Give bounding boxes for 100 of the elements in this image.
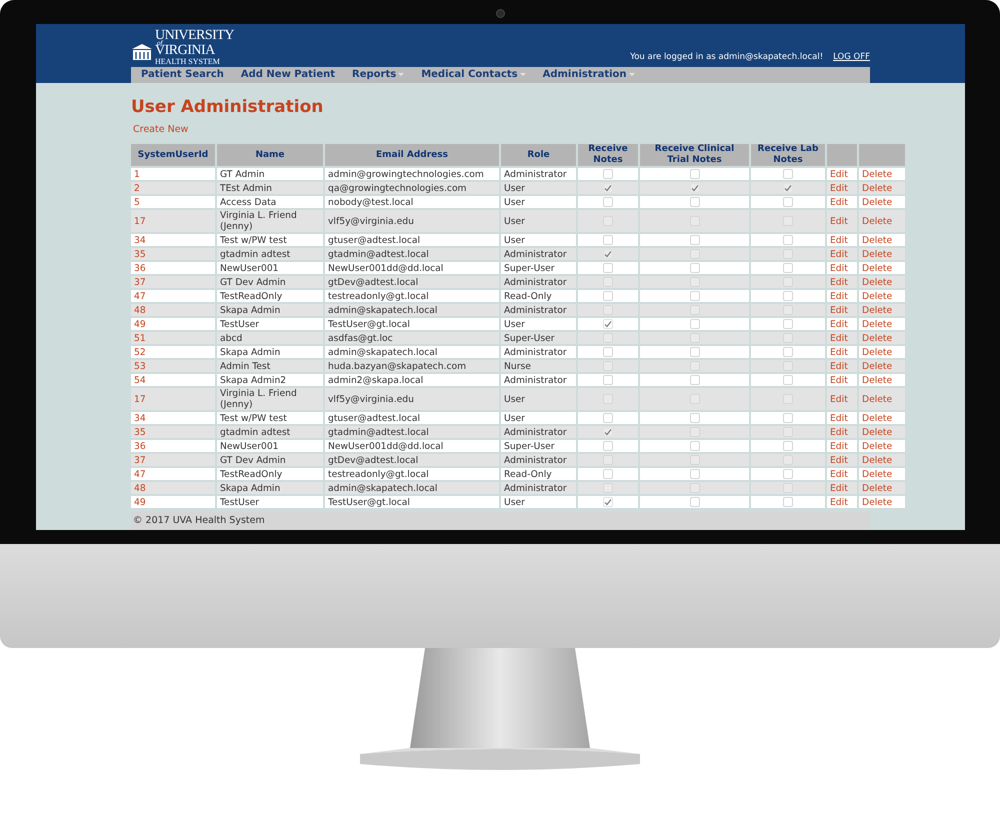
checkbox[interactable] [603,440,613,451]
checkbox[interactable] [603,346,613,357]
checkbox[interactable] [783,468,793,479]
table-cell: Skapa Admin2 [217,374,323,386]
checkbox[interactable] [603,290,613,301]
checkbox[interactable] [690,196,700,207]
column-header: SystemUserId [131,144,215,166]
checkbox[interactable] [603,276,613,287]
table-cell: 36 [131,440,215,452]
table-cell: 47 [131,290,215,302]
checkbox[interactable] [690,360,700,371]
table-cell: NewUser001dd@dd.local [325,440,499,452]
nav-item[interactable]: Medical Contacts [421,69,526,80]
table-cell: Administrator [501,168,576,180]
table-cell: TestUser@gt.local [325,496,499,508]
checkbox[interactable] [603,248,613,259]
table-cell: GT Admin [217,168,323,180]
checkbox[interactable] [690,182,700,193]
caret-icon [628,73,635,76]
checkbox[interactable] [690,412,700,423]
nav-item[interactable]: Add New Patient [240,69,335,80]
checkbox[interactable] [603,360,613,371]
checkbox[interactable] [690,426,700,437]
checkbox[interactable] [603,318,613,329]
table-cell: qa@growingtechnologies.com [325,182,499,194]
nav-item[interactable]: Administration [542,69,635,80]
table-cell: Nurse [501,360,576,372]
column-header: Receive Lab Notes [751,144,825,166]
checkbox[interactable] [783,304,793,315]
table-cell: Virginia L. Friend (Jenny) [217,388,323,410]
table-cell: admin2@skapa.local [325,374,499,386]
logo-text: HEALTH SYSTEM [155,58,221,66]
checkbox[interactable] [603,262,613,273]
checkbox[interactable] [690,168,700,179]
checkbox[interactable] [603,182,613,193]
checkbox[interactable] [690,454,700,465]
checkbox[interactable] [690,374,700,385]
create-new-link[interactable]: Create New [133,124,188,135]
table-cell: 1 [131,168,215,180]
checkbox[interactable] [783,360,793,371]
checkbox[interactable] [783,454,793,465]
checkbox[interactable] [690,262,700,273]
checkbox[interactable] [603,426,613,437]
checkbox[interactable] [603,468,613,479]
logoff-link[interactable]: LOG OFF [833,52,870,62]
checkbox[interactable] [783,332,793,343]
checkbox[interactable] [690,346,700,357]
table-cell: gtadmin adtest [217,248,323,260]
checkbox[interactable] [603,234,613,245]
checkbox[interactable] [783,168,793,179]
checkbox[interactable] [603,332,613,343]
table-cell: Administrator [501,346,576,358]
checkbox[interactable] [603,496,613,507]
checkbox[interactable] [783,412,793,423]
checkbox[interactable] [783,440,793,451]
table-cell: testreadonly@gt.local [325,468,499,480]
table-cell: User [501,496,576,508]
nav-item[interactable]: Patient Search [141,69,224,80]
checkbox[interactable] [783,234,793,245]
checkbox[interactable] [603,454,613,465]
checkbox[interactable] [690,332,700,343]
building-icon [131,43,153,61]
checkbox[interactable] [783,318,793,329]
checkbox[interactable] [603,412,613,423]
table-cell: 34 [131,412,215,424]
checkbox[interactable] [690,496,700,507]
table-cell: 47 [131,468,215,480]
checkbox[interactable] [690,248,700,259]
checkbox[interactable] [690,440,700,451]
checkbox[interactable] [690,318,700,329]
checkbox[interactable] [690,468,700,479]
checkbox[interactable] [603,304,613,315]
checkbox[interactable] [603,482,613,493]
table-cell: vlf5y@virginia.edu [325,210,499,232]
checkbox[interactable] [783,196,793,207]
checkbox[interactable] [603,196,613,207]
checkbox[interactable] [690,276,700,287]
logo-text: VIRGINIA [155,44,216,58]
column-header: Receive Notes [578,144,638,166]
table-cell: 48 [131,482,215,494]
checkbox[interactable] [603,374,613,385]
checkbox[interactable] [783,496,793,507]
table-cell: gtadmin@adtest.local [325,426,499,438]
checkbox[interactable] [783,426,793,437]
table-cell: TEst Admin [217,182,323,194]
checkbox[interactable] [783,482,793,493]
checkbox[interactable] [783,346,793,357]
checkbox[interactable] [690,290,700,301]
checkbox[interactable] [783,262,793,273]
nav-item[interactable]: Reports [352,69,404,80]
checkbox[interactable] [783,374,793,385]
checkbox[interactable] [690,234,700,245]
table-cell: gtDev@adtest.local [325,454,499,466]
checkbox[interactable] [783,182,793,193]
checkbox[interactable] [690,482,700,493]
checkbox[interactable] [603,168,613,179]
checkbox[interactable] [690,304,700,315]
checkbox[interactable] [783,290,793,301]
checkbox[interactable] [783,276,793,287]
checkbox[interactable] [783,248,793,259]
